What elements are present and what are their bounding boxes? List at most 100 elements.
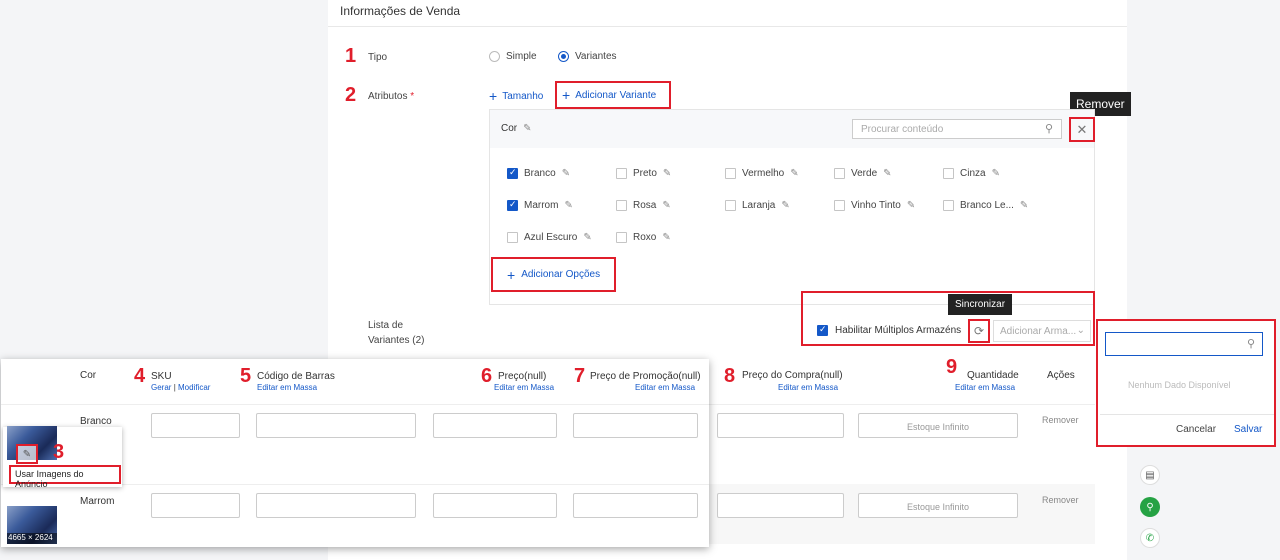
search-icon[interactable]: ⚲	[1140, 497, 1160, 517]
pencil-icon[interactable]: ✎	[781, 200, 789, 211]
purchase-price-input[interactable]	[717, 493, 844, 518]
whatsapp-icon[interactable]: ✆	[1140, 528, 1160, 548]
remove-attribute-button[interactable]: ✕	[1069, 117, 1095, 142]
atributos-label: Atributos *	[368, 91, 414, 102]
pencil-icon[interactable]: ✎	[523, 123, 531, 134]
promo-price-input[interactable]	[573, 413, 698, 438]
close-icon: ✕	[1076, 121, 1088, 137]
option-item[interactable]: Preto ✎	[616, 168, 671, 179]
col-promo-price: Preço de Promoção(null)	[590, 371, 701, 382]
edit-image-button[interactable]: ✎	[16, 444, 38, 464]
sku-modify-link[interactable]: Modificar	[178, 383, 210, 392]
price-input[interactable]	[433, 413, 557, 438]
checkbox[interactable]	[507, 232, 518, 243]
barcode-input[interactable]	[256, 493, 416, 518]
radio-simple-circle[interactable]	[489, 51, 500, 62]
use-ad-images-button[interactable]: Usar Imagens do Anúncio	[9, 465, 121, 489]
checkbox[interactable]	[943, 168, 954, 179]
pencil-icon[interactable]: ✎	[562, 168, 570, 179]
option-item[interactable]: Roxo ✎	[616, 232, 671, 243]
option-item[interactable]: Rosa ✎	[616, 200, 671, 211]
option-item[interactable]: Cinza ✎	[943, 168, 1000, 179]
option-label: Vinho Tinto	[851, 200, 901, 211]
row-divider	[1, 404, 709, 405]
purchase-price-input[interactable]	[717, 413, 844, 438]
bulk-edit-promo-link[interactable]: Editar em Massa	[635, 383, 695, 392]
price-input[interactable]	[433, 493, 557, 518]
bulk-edit-purchase-link[interactable]: Editar em Massa	[778, 383, 838, 392]
radio-variantes-circle[interactable]	[558, 51, 569, 62]
option-item[interactable]: Branco ✎	[507, 168, 570, 179]
option-label: Verde	[851, 168, 878, 179]
radio-variantes[interactable]: Variantes	[558, 51, 617, 62]
checkbox[interactable]	[834, 168, 845, 179]
checkbox[interactable]	[834, 200, 845, 211]
pencil-icon[interactable]: ✎	[583, 232, 591, 243]
option-item[interactable]: Verde ✎	[834, 168, 892, 179]
pencil-icon[interactable]: ✎	[790, 168, 798, 179]
option-label: Rosa	[633, 200, 657, 211]
checkbox[interactable]	[725, 200, 736, 211]
option-item[interactable]: Vermelho ✎	[725, 168, 799, 179]
remove-row-button[interactable]: Remover	[1042, 415, 1079, 425]
checkbox[interactable]	[943, 200, 954, 211]
pencil-icon[interactable]: ✎	[992, 168, 1000, 179]
option-item[interactable]: Branco Le... ✎	[943, 200, 1028, 211]
sync-button[interactable]: ⟳	[968, 319, 990, 343]
barcode-input[interactable]	[256, 413, 416, 438]
pencil-icon[interactable]: ✎	[663, 168, 671, 179]
promo-price-input[interactable]	[573, 493, 698, 518]
remove-row-button[interactable]: Remover	[1042, 495, 1079, 505]
pencil-icon[interactable]: ✎	[662, 232, 670, 243]
checkbox[interactable]	[725, 168, 736, 179]
checkbox[interactable]	[616, 232, 627, 243]
attribute-search-input[interactable]: Procurar conteúdo ⚲	[852, 119, 1062, 139]
tipo-label: Tipo	[368, 52, 388, 63]
col-barcode: Código de Barras	[257, 371, 335, 382]
warehouse-search-input[interactable]: ⚲	[1105, 332, 1263, 356]
sku-input[interactable]	[151, 493, 240, 518]
sku-generate-link[interactable]: Gerar	[151, 383, 171, 392]
pencil-icon: ✎	[22, 448, 32, 460]
annotation-3: 3	[53, 441, 65, 463]
enable-warehouses-checkbox[interactable]: Habilitar Múltiplos Armazéns	[817, 325, 961, 336]
row-color-name: Branco	[80, 416, 112, 427]
quantity-input[interactable]: Estoque Infinito	[858, 413, 1018, 438]
bulk-edit-barcode-link[interactable]: Editar em Massa	[257, 383, 317, 392]
checkbox[interactable]	[817, 325, 828, 336]
checkbox[interactable]	[507, 168, 518, 179]
annotation-1: 1	[345, 45, 357, 67]
plus-icon: +	[562, 87, 571, 103]
sku-input[interactable]	[151, 413, 240, 438]
add-options-button[interactable]: + Adicionar Opções	[491, 257, 616, 292]
checkbox[interactable]	[616, 200, 627, 211]
pencil-icon[interactable]: ✎	[883, 168, 891, 179]
pencil-icon[interactable]: ✎	[564, 200, 572, 211]
save-button[interactable]: Salvar	[1234, 424, 1262, 435]
col-price: Preço(null)	[498, 371, 547, 382]
bulk-edit-qty-link[interactable]: Editar em Massa	[955, 383, 1015, 392]
radio-simple[interactable]: Simple	[489, 51, 537, 62]
add-variant-button[interactable]: + Adicionar Variante	[555, 81, 671, 109]
annotation-9: 9	[946, 356, 958, 378]
pencil-icon[interactable]: ✎	[662, 200, 670, 211]
option-item[interactable]: Laranja ✎	[725, 200, 790, 211]
radio-simple-label: Simple	[506, 51, 537, 62]
pencil-icon[interactable]: ✎	[1020, 200, 1028, 211]
col-sku: SKU	[151, 371, 172, 382]
pencil-icon[interactable]: ✎	[907, 200, 915, 211]
option-label: Azul Escuro	[524, 232, 578, 243]
option-item[interactable]: Marrom ✎	[507, 200, 573, 211]
checkbox[interactable]	[507, 200, 518, 211]
checkbox[interactable]	[616, 168, 627, 179]
option-item[interactable]: Azul Escuro ✎	[507, 232, 592, 243]
add-warehouse-select[interactable]: Adicionar Arma... ⌄	[993, 320, 1091, 342]
option-item[interactable]: Vinho Tinto ✎	[834, 200, 915, 211]
quantity-input[interactable]: Estoque Infinito	[858, 493, 1018, 518]
tamanho-button[interactable]: + Tamanho	[489, 88, 543, 104]
cancel-button[interactable]: Cancelar	[1176, 424, 1216, 435]
bulk-edit-price-link[interactable]: Editar em Massa	[494, 383, 554, 392]
attribute-name-label: Cor	[501, 123, 518, 134]
add-options-label: Adicionar Opções	[521, 269, 601, 280]
document-icon[interactable]: ▤	[1140, 465, 1160, 485]
